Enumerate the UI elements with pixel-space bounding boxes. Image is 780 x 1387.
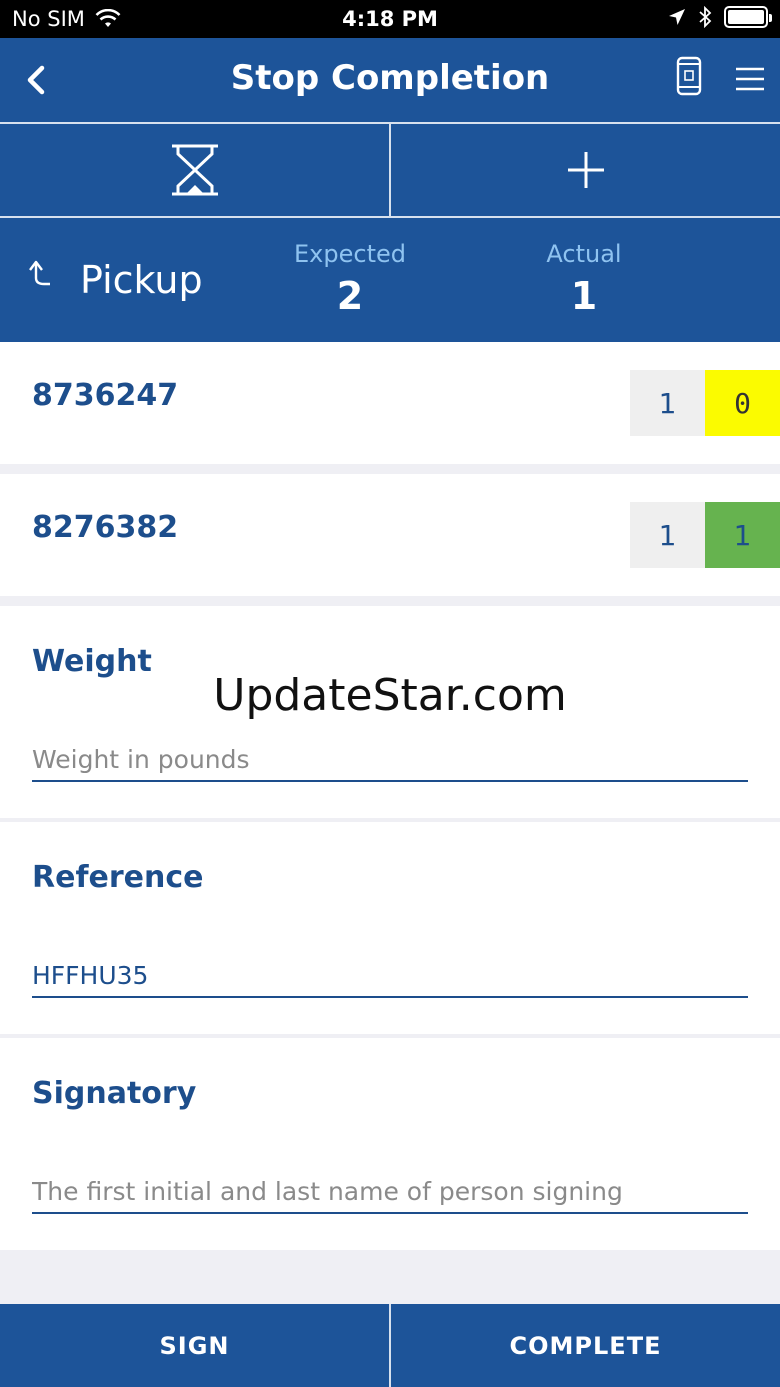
location-icon [669,9,685,25]
item-quantity: 1 0 [630,370,780,436]
complete-button[interactable]: COMPLETE [389,1304,780,1387]
item-id: 8276382 [32,510,179,545]
sign-button[interactable]: SIGN [0,1304,389,1387]
mobile-device-icon[interactable] [674,56,704,96]
weight-input[interactable] [32,738,748,782]
status-right [668,6,772,28]
reference-label: Reference [32,860,204,895]
action-row [0,122,780,218]
signatory-label: Signatory [32,1076,197,1111]
bottom-action-bar: SIGN COMPLETE [0,1304,780,1387]
hamburger-menu-icon[interactable] [734,64,766,94]
signatory-section: Signatory [0,1038,780,1250]
status-bar: No SIM 4:18 PM [0,0,780,38]
actual-count[interactable]: 0 [705,370,780,436]
status-time: 4:18 PM [342,7,438,31]
bluetooth-icon [699,6,712,28]
expected-value: 2 [336,274,364,318]
hourglass-icon [171,144,218,196]
actual-value: 1 [570,274,598,318]
expected-count: 1 [630,502,705,568]
battery-icon [724,6,772,28]
item-id: 8736247 [32,378,179,413]
expected-column: Expected 2 [250,240,450,318]
pickup-arrow-icon [29,260,50,286]
list-item[interactable]: 8276382 1 1 [0,474,780,596]
nav-bar: Stop Completion [0,38,780,122]
add-button[interactable] [389,124,780,216]
expected-count: 1 [630,370,705,436]
actual-label: Actual [546,240,622,268]
list-item[interactable]: 8736247 1 0 [0,342,780,464]
pending-button[interactable] [0,124,389,216]
actual-count[interactable]: 1 [705,502,780,568]
expected-label: Expected [294,240,406,268]
signatory-input[interactable] [32,1170,748,1214]
reference-input[interactable] [32,954,748,998]
watermark-text: UpdateStar.com [213,670,567,721]
reference-section: Reference [0,822,780,1034]
stop-summary: Pickup Expected 2 Actual 1 [0,218,780,342]
item-quantity: 1 1 [630,502,780,568]
actual-column: Actual 1 [484,240,684,318]
page-title: Stop Completion [230,58,550,98]
plus-icon [567,152,604,188]
stop-type-label: Pickup [80,258,203,302]
